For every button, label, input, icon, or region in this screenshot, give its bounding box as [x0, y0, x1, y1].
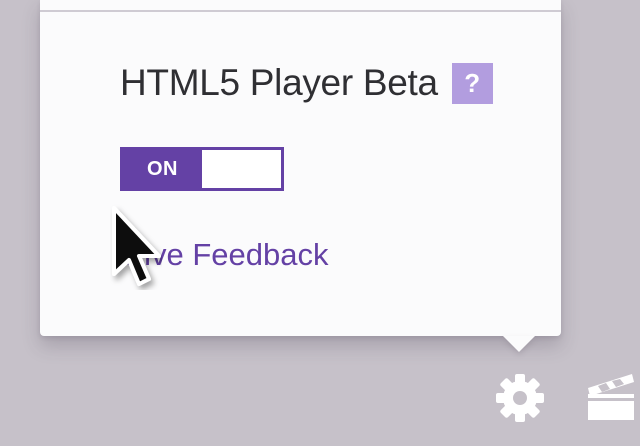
toggle-knob-area — [202, 150, 281, 188]
settings-popup: HTML5 Player Beta ? ON Give Feedback — [40, 0, 561, 336]
toggle-on-label: ON — [123, 150, 202, 188]
clapperboard-icon[interactable] — [584, 370, 640, 422]
popup-title: HTML5 Player Beta — [120, 62, 438, 103]
give-feedback-link[interactable]: Give Feedback — [120, 235, 329, 275]
popup-divider — [40, 10, 561, 12]
popup-pointer — [503, 336, 535, 352]
html5-player-toggle[interactable]: ON — [120, 147, 284, 191]
gear-icon[interactable] — [494, 372, 546, 424]
popup-header: HTML5 Player Beta ? — [120, 60, 493, 106]
help-button[interactable]: ? — [451, 62, 493, 104]
